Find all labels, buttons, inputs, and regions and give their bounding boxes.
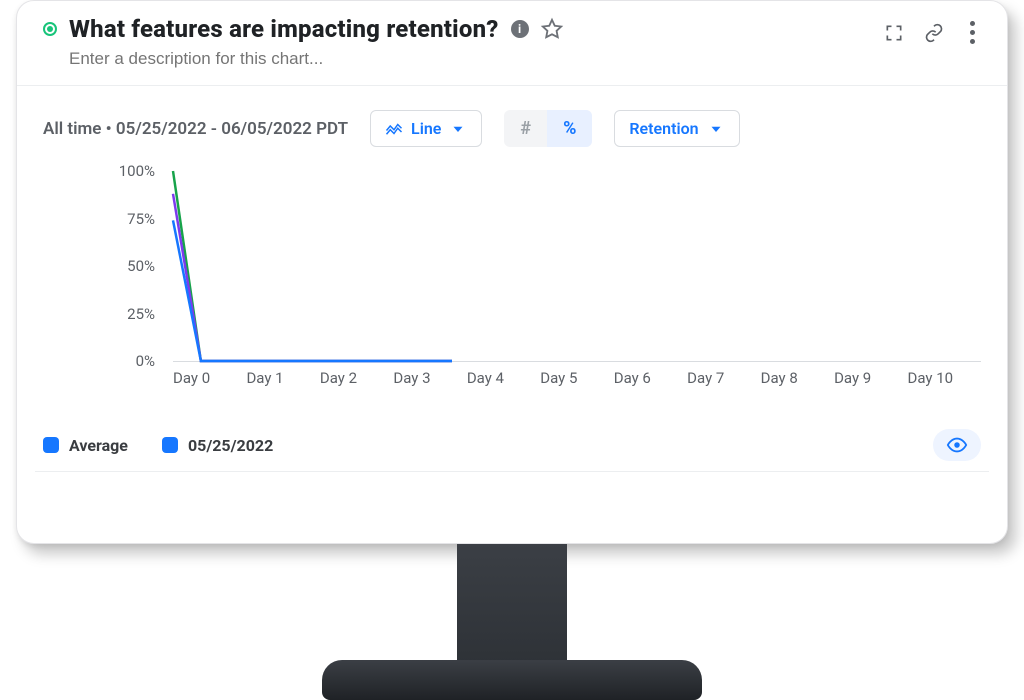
page-title: What features are impacting retention? [69, 15, 499, 43]
x-tick: Day 0 [173, 369, 246, 387]
legend-label: 05/25/2022 [188, 436, 273, 455]
chart-controls: All time • 05/25/2022 - 06/05/2022 PDT L… [17, 86, 1007, 153]
y-axis: 100%75%50%25%0% [43, 171, 163, 361]
chart-type-selector[interactable]: Line [370, 110, 482, 147]
chart-description-input[interactable] [69, 49, 669, 69]
monitor-stand-base [322, 660, 702, 700]
x-tick: Day 5 [540, 369, 613, 387]
metric-selector[interactable]: Retention [614, 110, 739, 147]
caret-down-icon [449, 120, 467, 138]
x-tick: Day 3 [393, 369, 466, 387]
x-tick: Day 4 [467, 369, 540, 387]
x-tick: Day 10 [908, 369, 981, 387]
screen: What features are impacting retention? i [16, 0, 1008, 544]
legend-item[interactable]: 05/25/2022 [162, 436, 273, 455]
legend: Average 05/25/2022 [43, 436, 273, 455]
x-tick: Day 2 [320, 369, 393, 387]
series-line [173, 171, 452, 361]
footer-divider [35, 471, 989, 472]
fullscreen-icon[interactable] [884, 23, 904, 43]
monitor-frame: What features are impacting retention? i [0, 0, 1024, 699]
caret-down-icon [707, 120, 725, 138]
legend-swatch-icon [43, 437, 59, 453]
unit-toggle: # % [504, 110, 592, 147]
star-icon[interactable] [541, 18, 563, 40]
more-menu-icon[interactable] [964, 19, 981, 46]
x-axis: Day 0Day 1Day 2Day 3Day 4Day 5Day 6Day 7… [173, 369, 981, 387]
legend-swatch-icon [162, 437, 178, 453]
legend-row: Average 05/25/2022 [17, 411, 1007, 471]
y-tick: 100% [119, 162, 155, 180]
series-line [173, 194, 452, 361]
x-tick: Day 1 [246, 369, 319, 387]
x-tick: Day 6 [614, 369, 687, 387]
visibility-toggle-icon[interactable] [933, 429, 981, 461]
unit-count-button[interactable]: # [504, 110, 547, 147]
y-tick: 0% [136, 352, 155, 370]
link-icon[interactable] [924, 23, 944, 43]
date-range-label[interactable]: All time • 05/25/2022 - 06/05/2022 PDT [43, 119, 348, 139]
status-indicator-icon [43, 22, 57, 36]
legend-item[interactable]: Average [43, 436, 128, 455]
y-tick: 75% [127, 210, 155, 228]
plot-svg [173, 171, 473, 361]
legend-label: Average [69, 436, 128, 455]
series-line [173, 220, 452, 361]
info-icon[interactable]: i [511, 20, 529, 38]
metric-label: Retention [629, 119, 698, 138]
y-tick: 50% [127, 257, 155, 275]
chart-header: What features are impacting retention? i [17, 1, 1007, 75]
chart-type-label: Line [411, 119, 441, 138]
x-tick: Day 7 [687, 369, 760, 387]
chart-plot-area: 100%75%50%25%0% Day 0Day 1Day 2Day 3Day … [43, 171, 981, 411]
x-tick: Day 9 [834, 369, 907, 387]
monitor-stand-neck [457, 544, 567, 674]
unit-percent-button[interactable]: % [547, 110, 592, 147]
y-tick: 25% [127, 305, 155, 323]
x-tick: Day 8 [761, 369, 834, 387]
